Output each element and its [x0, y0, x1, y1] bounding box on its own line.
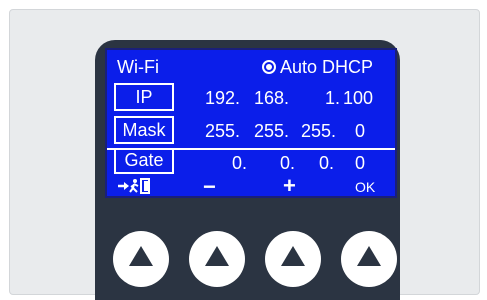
ip-octet-4[interactable]: 100 [343, 89, 373, 107]
mask-octet-1[interactable]: 255. [205, 122, 240, 140]
plus-softkey[interactable]: + [283, 175, 296, 197]
gate-octet-4[interactable]: 0 [355, 154, 365, 172]
lcd-screen: Wi-Fi Auto DHCP IP 192. 168. 1. 100 Mask… [105, 48, 397, 198]
gate-octet-2[interactable]: 0. [280, 154, 295, 172]
ip-octet-3[interactable]: 1. [325, 89, 340, 107]
gate-octet-3[interactable]: 0. [319, 154, 334, 172]
hw-button-1[interactable] [113, 231, 169, 287]
hw-button-3[interactable] [265, 231, 321, 287]
screen-title: Wi-Fi [117, 57, 159, 77]
ip-label: IP [114, 83, 174, 111]
exit-icon[interactable] [117, 178, 155, 198]
up-arrow-icon [129, 246, 153, 266]
mask-octet-4[interactable]: 0 [355, 122, 365, 140]
gate-octet-1[interactable]: 0. [232, 154, 247, 172]
ok-softkey[interactable]: OK [355, 180, 375, 194]
auto-dhcp-radio[interactable] [262, 60, 276, 74]
gate-label: Gate [114, 150, 174, 174]
mask-label: Mask [114, 116, 174, 144]
up-arrow-icon [281, 246, 305, 266]
hw-button-4[interactable] [341, 231, 397, 287]
mask-octet-3[interactable]: 255. [301, 122, 336, 140]
ip-octet-1[interactable]: 192. [205, 89, 240, 107]
auto-dhcp-label[interactable]: Auto DHCP [280, 58, 373, 76]
up-arrow-icon [205, 246, 229, 266]
minus-softkey[interactable]: − [203, 176, 216, 198]
ip-octet-2[interactable]: 168. [254, 89, 289, 107]
mask-octet-2[interactable]: 255. [254, 122, 289, 140]
up-arrow-icon [357, 246, 381, 266]
hw-button-2[interactable] [189, 231, 245, 287]
